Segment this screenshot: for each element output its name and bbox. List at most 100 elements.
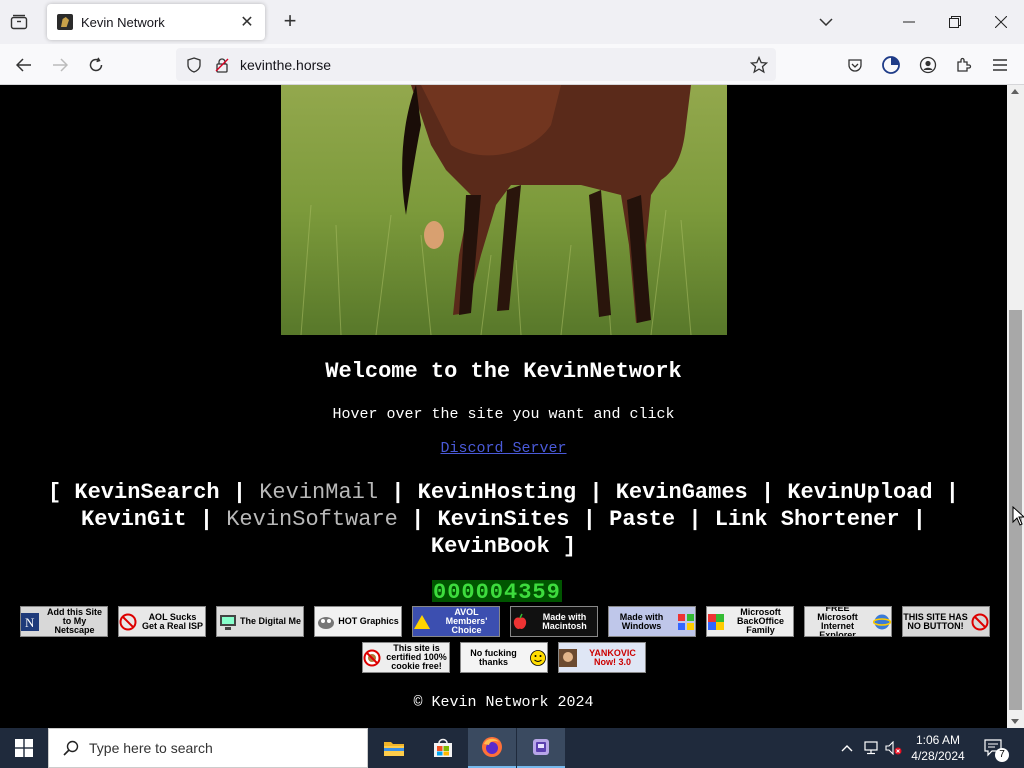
microsoft-store-icon[interactable] <box>419 728 467 768</box>
badge-label: YANKOVIC Now! 3.0 <box>589 647 636 667</box>
show-hidden-icons-chevron-icon[interactable] <box>838 728 856 768</box>
nav-link-link-shortener[interactable]: Link Shortener <box>715 507 900 532</box>
no-sign-icon <box>119 613 137 630</box>
nav-separator: | <box>391 480 405 505</box>
close-window-icon[interactable] <box>989 10 1013 34</box>
nav-separator: | <box>760 480 775 505</box>
clock-time: 1:06 AM <box>915 733 961 747</box>
nav-separator: | <box>232 480 247 505</box>
forward-icon[interactable] <box>48 53 72 77</box>
notification-count-badge: 7 <box>995 748 1009 762</box>
badge-label: AOL Sucks Get a Real ISP <box>141 611 204 631</box>
badge-made-with-windows[interactable]: Made with Windows <box>608 606 696 637</box>
extensions-icon[interactable] <box>952 53 976 77</box>
back-icon[interactable] <box>12 53 36 77</box>
badge-no-thanks[interactable]: No fucking thanks <box>460 642 548 673</box>
app-taskbar-icon[interactable] <box>517 728 565 768</box>
scroll-up-arrow-icon[interactable] <box>1011 89 1019 94</box>
badge-cookie-free[interactable]: This site is certified 100% cookie free! <box>362 642 450 673</box>
svg-text:N: N <box>25 615 35 630</box>
tracking-protection-shield-icon[interactable] <box>186 56 202 73</box>
taskbar-search-box[interactable]: Type here to search <box>48 728 368 768</box>
account-icon[interactable] <box>916 53 940 77</box>
nav-separator: | <box>688 507 702 532</box>
apple-logo-icon <box>513 613 527 629</box>
reload-icon[interactable] <box>84 53 108 77</box>
hit-counter-value: 000004359 <box>432 580 562 605</box>
no-cookie-icon <box>363 649 381 666</box>
badge-netscape[interactable]: N Add this Site to My Netscape <box>20 606 108 637</box>
app-menu-icon[interactable] <box>988 53 1012 77</box>
tab-kevin-network[interactable]: Kevin Network ✕ <box>47 4 265 40</box>
nav-link-kevinbook[interactable]: KevinBook <box>431 534 550 559</box>
badge-internet-explorer[interactable]: FREE Microsoft Internet Explorer <box>804 606 892 637</box>
badge-label: Made with Macintosh <box>542 611 587 631</box>
service-nav: [ KevinSearch | KevinMail | KevinHosting… <box>0 479 1007 560</box>
nav-link-kevinupload[interactable]: KevinUpload <box>787 480 932 505</box>
no-sign-icon <box>971 613 989 630</box>
bookmark-star-icon[interactable] <box>750 55 768 74</box>
portrait-icon <box>559 648 577 667</box>
restore-icon[interactable] <box>943 10 967 34</box>
badge-yankovic[interactable]: YANKOVIC Now! 3.0 <box>558 642 646 673</box>
list-all-tabs-chevron-icon[interactable] <box>814 10 838 34</box>
welcome-heading: Welcome to the KevinNetwork <box>325 359 682 384</box>
hover-instruction: Hover over the site you want and click <box>332 406 675 423</box>
badge-label: Made with Windows <box>619 611 664 631</box>
nav-open-bracket: [ <box>47 480 62 505</box>
nav-link-kevinhosting[interactable]: KevinHosting <box>418 480 576 505</box>
nav-link-kevinsoftware[interactable]: KevinSoftware <box>226 507 398 532</box>
url-bar[interactable]: kevinthe.horse <box>176 48 776 81</box>
discord-server-link[interactable]: Discord Server <box>440 440 566 457</box>
triangle-logo-icon <box>414 614 430 629</box>
badge-no-button[interactable]: THIS SITE HAS NO BUTTON! <box>902 606 990 637</box>
badge-aol-sucks[interactable]: AOL Sucks Get a Real ISP <box>118 606 206 637</box>
tab-list-icon[interactable] <box>8 12 30 32</box>
file-explorer-icon[interactable] <box>370 728 418 768</box>
nav-separator: | <box>589 480 603 505</box>
nav-link-kevingit[interactable]: KevinGit <box>81 507 187 532</box>
search-placeholder: Type here to search <box>89 740 213 756</box>
minimize-icon[interactable] <box>897 10 921 34</box>
connection-info-icon[interactable] <box>214 57 230 73</box>
badge-backoffice[interactable]: Microsoft BackOffice Family <box>706 606 794 637</box>
badge-label: Microsoft BackOffice Family <box>736 607 785 635</box>
mouse-cursor-icon <box>1012 506 1024 526</box>
search-icon <box>63 740 79 756</box>
badge-label: THIS SITE HAS NO BUTTON! <box>903 611 968 631</box>
start-windows-icon[interactable] <box>0 728 48 768</box>
nav-separator: | <box>199 507 214 532</box>
badges-row-2: This site is certified 100% cookie free!… <box>362 642 646 673</box>
windows-flag-icon <box>678 613 694 630</box>
backoffice-puzzle-icon <box>708 613 724 630</box>
computer-monitor-icon <box>219 614 236 630</box>
tab-close-icon[interactable]: ✕ <box>239 12 255 32</box>
action-center-icon[interactable]: 7 <box>981 728 1009 768</box>
badge-hot-graphics[interactable]: HOT Graphics <box>314 606 402 637</box>
pocket-icon[interactable] <box>843 53 867 77</box>
firefox-view-icon[interactable] <box>879 53 903 77</box>
nav-separator: | <box>945 480 959 505</box>
badge-digital-me[interactable]: The Digital Me <box>216 606 304 637</box>
badge-label: FREE Microsoft Internet Explorer <box>817 606 858 637</box>
nav-link-kevinsearch[interactable]: KevinSearch <box>74 480 219 505</box>
nav-link-kevinmail[interactable]: KevinMail <box>259 480 378 505</box>
badge-label: Add this Site to My Netscape <box>46 607 102 635</box>
badge-made-with-macintosh[interactable]: Made with Macintosh <box>510 606 598 637</box>
network-icon[interactable] <box>861 728 881 768</box>
tab-title: Kevin Network <box>81 14 165 30</box>
firefox-taskbar-icon[interactable] <box>468 728 516 768</box>
new-tab-icon[interactable]: + <box>279 10 301 34</box>
badge-label: The Digital Me <box>239 616 301 626</box>
scroll-down-arrow-icon[interactable] <box>1011 719 1019 724</box>
badge-avol[interactable]: AVOL Members' Choice <box>412 606 500 637</box>
url-text[interactable]: kevinthe.horse <box>240 57 750 73</box>
navigation-toolbar: kevinthe.horse <box>0 44 1024 85</box>
taskbar-clock[interactable]: 1:06 AM 4/28/2024 <box>898 732 978 764</box>
nav-link-paste[interactable]: Paste <box>609 507 675 532</box>
page-scrollbar[interactable] <box>1007 85 1024 728</box>
discord-link-wrap: Discord Server <box>0 440 1007 457</box>
nav-separator: | <box>411 507 425 532</box>
nav-link-kevinsites[interactable]: KevinSites <box>437 507 569 532</box>
nav-link-kevingames[interactable]: KevinGames <box>616 480 748 505</box>
